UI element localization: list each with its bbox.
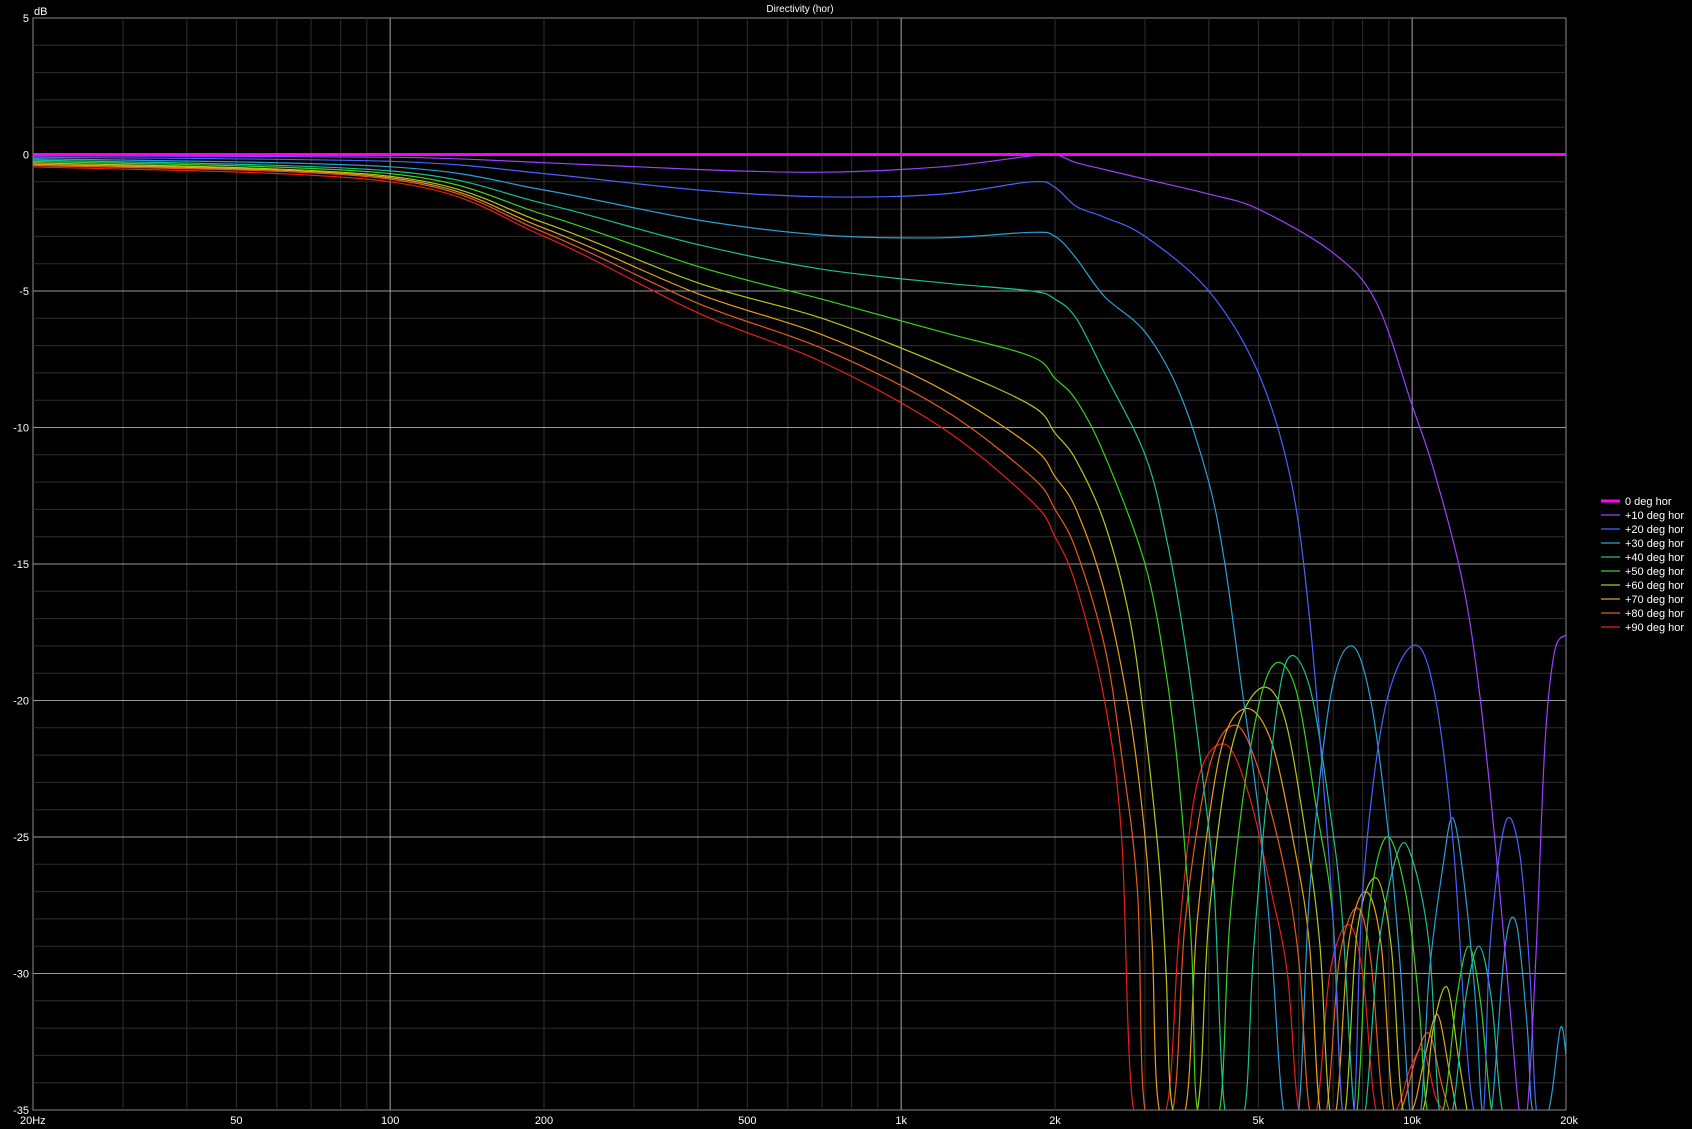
y-tick-label: -30: [13, 969, 29, 981]
legend-label: +80 deg hor: [1625, 608, 1684, 620]
legend: 0 deg hor +10 deg hor +20 deg hor +30 deg h…: [1601, 496, 1684, 634]
y-tick-label: -20: [13, 696, 29, 708]
y-tick-label: 0: [23, 150, 29, 162]
y-tick-label: -15: [13, 559, 29, 571]
x-tick-label: 10k: [1403, 1115, 1421, 1127]
y-tick-label: -10: [13, 423, 29, 435]
y-tick-label: 5: [23, 13, 29, 25]
x-tick-label: 5k: [1253, 1115, 1265, 1127]
x-tick-label: 100: [381, 1115, 399, 1127]
chart-title: Directivity (hor): [766, 4, 833, 15]
directivity-chart: Directivity (hor) dB 20Hz 50 100 200 500 1k 2k…: [13, 4, 1684, 1127]
legend-label: +20 deg hor: [1625, 524, 1684, 536]
y-tick-label: -5: [19, 286, 29, 298]
legend-label: +70 deg hor: [1625, 594, 1684, 606]
y-tick-label: -25: [13, 832, 29, 844]
legend-label: +10 deg hor: [1625, 510, 1684, 522]
y-tick-label: -35: [13, 1105, 29, 1117]
x-tick-label: 500: [738, 1115, 756, 1127]
x-axis: 20Hz 50 100 200 500 1k 2k 5k 10k 20k: [20, 1115, 1578, 1127]
x-tick-label: 200: [535, 1115, 553, 1127]
y-axis: 5 0 -5 -10 -15 -20 -25 -30 -35: [13, 13, 29, 1117]
y-axis-unit-label: dB: [34, 6, 47, 18]
legend-label: +90 deg hor: [1625, 622, 1684, 634]
legend-label: 0 deg hor: [1625, 496, 1672, 508]
legend-label: +60 deg hor: [1625, 580, 1684, 592]
x-tick-label: 1k: [895, 1115, 907, 1127]
x-tick-label: 50: [230, 1115, 242, 1127]
legend-label: +30 deg hor: [1625, 538, 1684, 550]
x-tick-label: 20k: [1560, 1115, 1578, 1127]
legend-label: +40 deg hor: [1625, 552, 1684, 564]
legend-label: +50 deg hor: [1625, 566, 1684, 578]
x-tick-label: 2k: [1049, 1115, 1061, 1127]
